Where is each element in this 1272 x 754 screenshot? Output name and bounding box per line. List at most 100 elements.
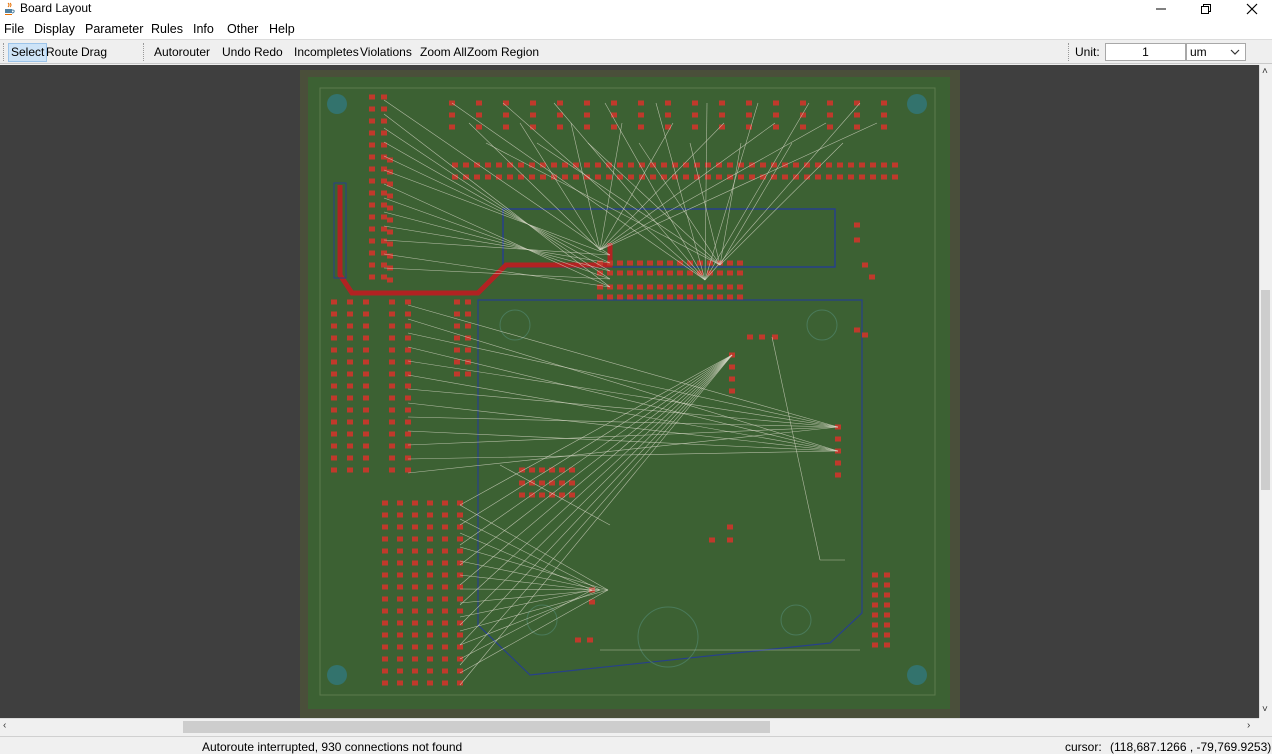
pad — [389, 359, 395, 365]
pad — [412, 500, 418, 506]
zoom-all-button[interactable]: Zoom All — [420, 44, 467, 61]
arrow-right-icon[interactable]: › — [1247, 720, 1250, 731]
pad — [870, 174, 876, 180]
pad — [347, 395, 353, 401]
pad — [397, 596, 403, 602]
pad — [872, 582, 878, 588]
pcb-board[interactable] — [0, 65, 1259, 718]
pad — [665, 112, 671, 118]
pad — [683, 174, 689, 180]
pad — [405, 467, 411, 473]
pad — [381, 190, 387, 196]
minimize-button[interactable] — [1138, 0, 1184, 18]
arrow-left-icon[interactable]: ‹ — [3, 720, 6, 731]
pad — [442, 656, 448, 662]
pad — [427, 524, 433, 530]
pad — [539, 480, 545, 486]
pad — [389, 371, 395, 377]
pad — [657, 284, 663, 290]
horizontal-scroll-thumb[interactable] — [183, 721, 770, 733]
vertical-scroll-thumb[interactable] — [1261, 290, 1270, 490]
pad — [369, 226, 375, 232]
select-button[interactable]: Select — [8, 43, 48, 62]
pad — [782, 174, 788, 180]
undo-button[interactable]: Undo — [222, 44, 251, 61]
pad — [381, 274, 387, 280]
pad — [331, 467, 337, 473]
pad — [727, 524, 733, 530]
pad — [381, 118, 387, 124]
pad — [692, 124, 698, 130]
menu-file[interactable]: File — [4, 22, 24, 36]
pad — [884, 612, 890, 618]
pad — [427, 596, 433, 602]
pad — [657, 260, 663, 266]
pad — [369, 130, 375, 136]
menu-help[interactable]: Help — [269, 22, 295, 36]
status-bar: Autoroute interrupted, 930 connections n… — [0, 736, 1272, 754]
pad — [539, 492, 545, 498]
pad — [465, 323, 471, 329]
restore-button[interactable] — [1183, 0, 1229, 18]
pad — [530, 100, 536, 106]
pad — [347, 443, 353, 449]
window-title: Board Layout — [20, 1, 92, 15]
pad — [382, 632, 388, 638]
zoom-region-button[interactable]: Zoom Region — [467, 44, 539, 61]
pad — [677, 294, 683, 300]
pad — [363, 323, 369, 329]
pad — [381, 178, 387, 184]
pad — [647, 284, 653, 290]
pad — [884, 582, 890, 588]
pad — [529, 174, 535, 180]
pad — [569, 480, 575, 486]
violations-button[interactable]: Violations — [360, 44, 412, 61]
pad — [717, 270, 723, 276]
menu-display[interactable]: Display — [34, 22, 75, 36]
pad — [474, 174, 480, 180]
pad — [665, 124, 671, 130]
pad — [503, 112, 509, 118]
pad — [737, 260, 743, 266]
pad — [405, 407, 411, 413]
pad — [405, 299, 411, 305]
pad — [667, 260, 673, 266]
menu-parameter[interactable]: Parameter — [85, 22, 143, 36]
pad — [872, 642, 878, 648]
pad — [465, 299, 471, 305]
menu-info[interactable]: Info — [193, 22, 214, 36]
redo-button[interactable]: Redo — [254, 44, 283, 61]
autorouter-button[interactable]: Autorouter — [154, 44, 210, 61]
pad — [442, 512, 448, 518]
menu-rules[interactable]: Rules — [151, 22, 183, 36]
pad — [331, 323, 337, 329]
pad — [347, 335, 353, 341]
arrow-up-icon[interactable]: ˄ — [1262, 66, 1268, 77]
board-canvas[interactable] — [0, 65, 1259, 718]
pad — [476, 100, 482, 106]
pad — [442, 668, 448, 674]
pad — [872, 602, 878, 608]
unit-select[interactable]: um — [1186, 43, 1246, 61]
unit-value-input[interactable] — [1105, 43, 1186, 61]
route-button[interactable]: Route — [46, 44, 78, 61]
drag-button[interactable]: Drag — [81, 44, 107, 61]
incompletes-button[interactable]: Incompletes — [294, 44, 359, 61]
pad — [369, 274, 375, 280]
pad — [647, 270, 653, 276]
pad — [382, 596, 388, 602]
pad — [412, 548, 418, 554]
pad — [854, 222, 860, 228]
pad — [694, 174, 700, 180]
mounting-hole — [907, 94, 927, 114]
close-button[interactable] — [1229, 0, 1272, 18]
pad — [363, 311, 369, 317]
pad — [363, 383, 369, 389]
pad — [412, 572, 418, 578]
menu-other[interactable]: Other — [227, 22, 258, 36]
pad — [859, 174, 865, 180]
pad — [412, 512, 418, 518]
pad — [872, 572, 878, 578]
arrow-down-icon[interactable]: ˅ — [1262, 704, 1268, 715]
pad — [412, 668, 418, 674]
